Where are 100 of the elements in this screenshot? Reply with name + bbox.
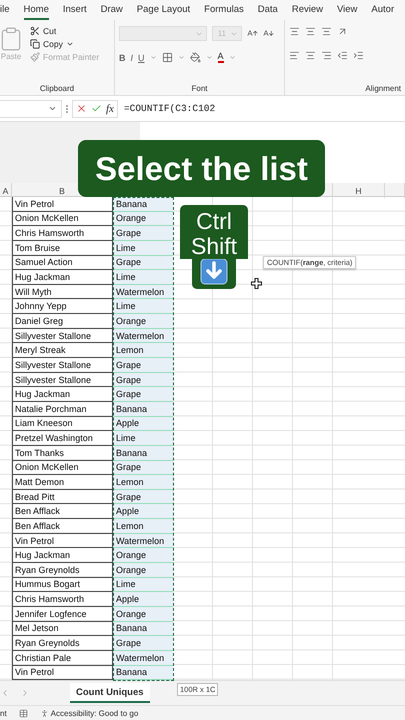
accessibility-status[interactable]: Accessibility: Good to go [50, 708, 138, 718]
table-cell: Lime [113, 299, 173, 314]
table-cell: Lemon [113, 519, 173, 534]
table-cell: Ben Afflack [12, 519, 113, 534]
ribbon-tab[interactable]: Formulas [204, 0, 244, 20]
table-cell: Jennifer Logfence [12, 606, 113, 622]
column-header[interactable]: B [59, 186, 65, 196]
chevron-icon [48, 104, 57, 113]
table-cell: Chris Hamsworth [12, 592, 113, 607]
table-cell: Grape [113, 372, 173, 388]
caption-banner: Select the list [78, 140, 325, 197]
table-cell: Grape [113, 387, 173, 402]
table-cell: Watermelon [113, 284, 173, 300]
fill-color-icon [190, 52, 201, 63]
ribbon-tab[interactable]: Page Layout [136, 0, 190, 20]
table-cell: Onion McKellen [12, 212, 113, 226]
ribbon-tab[interactable]: Review [292, 0, 323, 20]
decrease-indent-icon [337, 50, 348, 61]
scissors-icon [30, 26, 40, 36]
align-middle-icon [305, 26, 316, 37]
table-cell: Hug Jackman [12, 387, 113, 402]
table-cell: Tom Bruise [12, 240, 113, 256]
cancel-icon [76, 103, 87, 114]
paintbrush-icon [30, 52, 40, 62]
table-cell: Chris Hamsworth [12, 226, 113, 241]
table-cell: Liam Kneeson [12, 416, 113, 432]
table-cell: Johnny Yepp [12, 299, 113, 314]
cursor-icon [251, 278, 262, 289]
table-cell: Lime [113, 240, 173, 256]
table-cell: Grape [113, 256, 173, 270]
align-bottom-icon [321, 26, 332, 37]
cut-button[interactable]: Cut [30, 26, 100, 36]
table-cell: Orange [113, 314, 173, 329]
table-cell: Lemon [113, 475, 173, 490]
sheet-tab[interactable]: Count Uniques [70, 683, 150, 703]
group-label: Font [191, 84, 208, 93]
align-top-icon [289, 26, 300, 37]
table-cell: Orange [113, 606, 173, 622]
table-cell: Orange [113, 548, 173, 564]
table-cell: Samuel Action [12, 256, 113, 270]
table-cell: Sillyvester Stallone [12, 328, 113, 344]
key-label: Ctrl [196, 209, 232, 234]
align-left-icon [289, 50, 300, 61]
table-cell: Sillyvester Stallone [12, 372, 113, 388]
ribbon-tab[interactable]: ile [0, 0, 10, 20]
table-cell: Bread Pitt [12, 490, 113, 504]
chevron-icon [178, 54, 185, 61]
ribbon-tab[interactable]: Draw [100, 0, 123, 20]
copy-icon [30, 39, 40, 49]
accessibility-icon [40, 708, 49, 718]
table-cell: Hummus Bogart [12, 578, 113, 592]
table-cell: Orange [113, 212, 173, 226]
table-cell: Banana [113, 402, 173, 417]
table-cell: Christian Pale [12, 650, 113, 666]
insert-function-button[interactable]: fx [106, 102, 114, 114]
table-cell: Grape [113, 460, 173, 476]
table-cell: Sillyvester Stallone [12, 358, 113, 373]
table-cell: Daniel Greg [12, 314, 113, 329]
table-cell: Ryan Greynolds [12, 563, 113, 578]
chevron-icon [228, 54, 236, 61]
table-cell: Ryan Greynolds [12, 636, 113, 651]
ribbon-tab[interactable]: Autor [371, 0, 394, 20]
table-cell: Mel Jetson [12, 622, 113, 636]
formula-field[interactable]: =COUNTIF(C3:C102 [124, 103, 216, 114]
chevron-icon [66, 40, 74, 48]
group-label: Alignment [365, 84, 401, 93]
key-label: Shift [190, 234, 238, 259]
table-cell: Meryl Streak [12, 343, 113, 358]
table-cell: Tom Thanks [12, 446, 113, 461]
table-cell: Grape [113, 358, 173, 373]
align-center-icon [305, 50, 316, 61]
table-cell: Natalie Porchman [12, 402, 113, 417]
table-cell: Onion McKellen [12, 460, 113, 476]
ribbon-tab[interactable]: View [336, 0, 358, 20]
copy-button[interactable]: Copy [30, 39, 100, 49]
table-cell: Orange [113, 563, 173, 578]
table-cell: Pretzel Washington [12, 431, 113, 446]
ribbon-tab[interactable]: Insert [62, 0, 87, 20]
enter-icon [91, 103, 102, 114]
table-cell: Lemon [113, 343, 173, 358]
table-cell: Vin Petrol [12, 534, 113, 548]
table-cell: Apple [113, 504, 173, 520]
chevron-icon [150, 54, 157, 61]
table-cell: Will Myth [12, 284, 113, 300]
down-arrow-icon [200, 259, 228, 285]
table-cell: Hug Jackman [12, 270, 113, 285]
table-cell: Watermelon [113, 650, 173, 666]
column-header[interactable]: H [355, 186, 362, 196]
table-cell: Watermelon [113, 328, 173, 344]
table-cell: Banana [113, 197, 173, 212]
table-cell: Apple [113, 416, 173, 432]
borders-icon [162, 52, 173, 63]
table-cell: Grape [113, 490, 173, 504]
increase-indent-icon [353, 50, 364, 61]
table-cell: Lime [113, 270, 173, 285]
ribbon-tab[interactable]: Data [258, 0, 278, 20]
table-cell: Banana [113, 622, 173, 636]
column-header[interactable]: A [2, 186, 8, 196]
table-cell: Apple [113, 592, 173, 607]
table-cell: Hug Jackman [12, 548, 113, 564]
